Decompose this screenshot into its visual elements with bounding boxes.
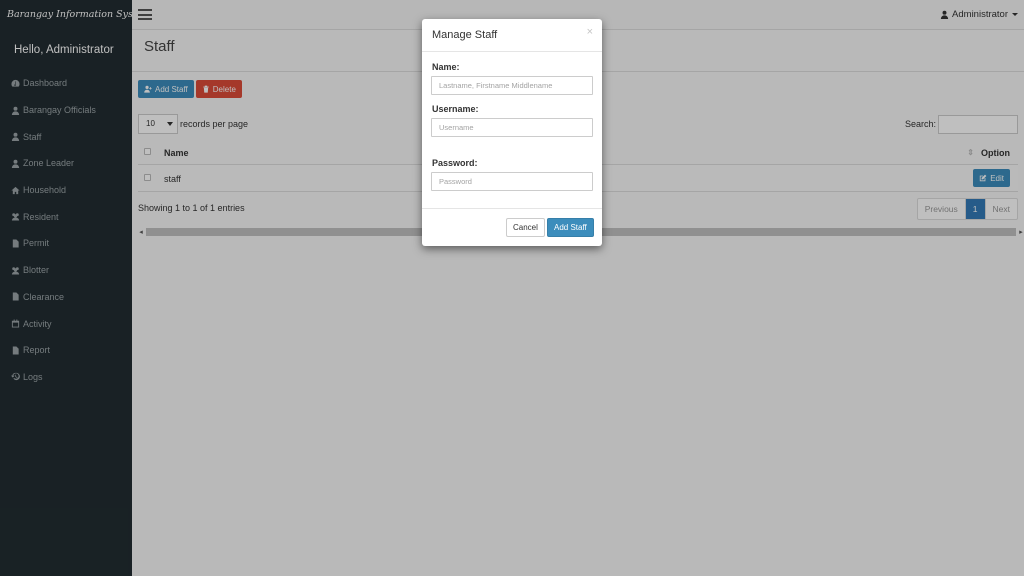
name-label: Name:	[432, 62, 460, 72]
password-field[interactable]	[431, 172, 593, 191]
modal-footer: Cancel Add Staff	[422, 208, 602, 246]
modal-header: Manage Staff ×	[422, 19, 602, 52]
modal-title: Manage Staff	[432, 29, 498, 41]
close-icon[interactable]: ×	[587, 26, 593, 38]
username-label: Username:	[432, 104, 479, 114]
username-field[interactable]	[431, 118, 593, 137]
manage-staff-modal: Manage Staff × Name: Username: Password:…	[422, 19, 602, 246]
password-label: Password:	[432, 158, 478, 168]
cancel-button[interactable]: Cancel	[506, 218, 545, 237]
name-field[interactable]	[431, 76, 593, 95]
add-staff-submit-button[interactable]: Add Staff	[547, 218, 594, 237]
